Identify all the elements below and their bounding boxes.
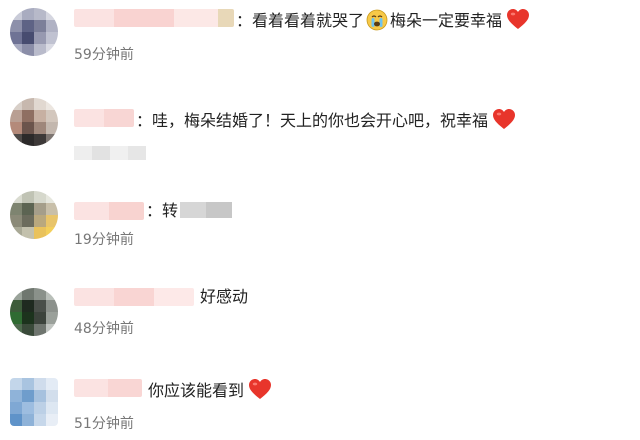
comment-feed: ：看着看着就哭了 梅朵一定要幸福 59分钟前 ：哇，梅朵结婚了！天上的你也会开心… xyxy=(0,0,640,440)
comment-text-redacted xyxy=(180,202,232,218)
timestamp-redacted xyxy=(74,146,146,160)
avatar[interactable] xyxy=(10,98,58,146)
comment-item: 好感动 48分钟前 xyxy=(0,270,640,350)
username-redacted[interactable] xyxy=(74,9,234,27)
heart-icon xyxy=(493,109,516,129)
comment-text: 你应该能看到 xyxy=(148,378,272,401)
comment-text-part: ：哇，梅朵结婚了！天上的你也会开心吧，祝幸福 xyxy=(136,111,489,130)
comment-text-part: 你应该能看到 xyxy=(148,381,245,400)
username-redacted[interactable] xyxy=(74,109,134,127)
comment-item: 你应该能看到 51分钟前 xyxy=(0,358,640,440)
comment-timestamp: 19分钟前 xyxy=(74,232,134,248)
comment-text-part: ：看着看着就哭了 xyxy=(236,11,365,30)
comment-text: ：看着看着就哭了 梅朵一定要幸福 xyxy=(236,8,530,31)
username-redacted[interactable] xyxy=(74,202,144,220)
comment-timestamp: 51分钟前 xyxy=(74,416,134,432)
comment-text: ：转 xyxy=(146,201,178,221)
comment-text-part: 好感动 xyxy=(200,287,249,306)
avatar[interactable] xyxy=(10,8,58,56)
crying-face-icon xyxy=(366,9,388,31)
username-redacted[interactable] xyxy=(74,379,142,397)
avatar[interactable] xyxy=(10,378,58,426)
avatar[interactable] xyxy=(10,288,58,336)
heart-icon xyxy=(507,9,530,29)
avatar[interactable] xyxy=(10,191,58,239)
heart-icon xyxy=(249,379,272,399)
comment-text: ：哇，梅朵结婚了！天上的你也会开心吧，祝幸福 xyxy=(136,108,516,131)
comment-timestamp: 59分钟前 xyxy=(74,47,134,63)
comment-timestamp: 48分钟前 xyxy=(74,321,134,337)
comment-item: ：转 19分钟前 xyxy=(0,185,640,265)
comment-item: ：看着看着就哭了 梅朵一定要幸福 59分钟前 xyxy=(0,0,640,80)
comment-text-part: 梅朵一定要幸福 xyxy=(390,11,503,30)
comment-item: ：哇，梅朵结婚了！天上的你也会开心吧，祝幸福 xyxy=(0,90,640,170)
username-redacted[interactable] xyxy=(74,288,194,306)
comment-text-part: ：转 xyxy=(146,201,179,220)
comment-text: 好感动 xyxy=(200,287,248,307)
